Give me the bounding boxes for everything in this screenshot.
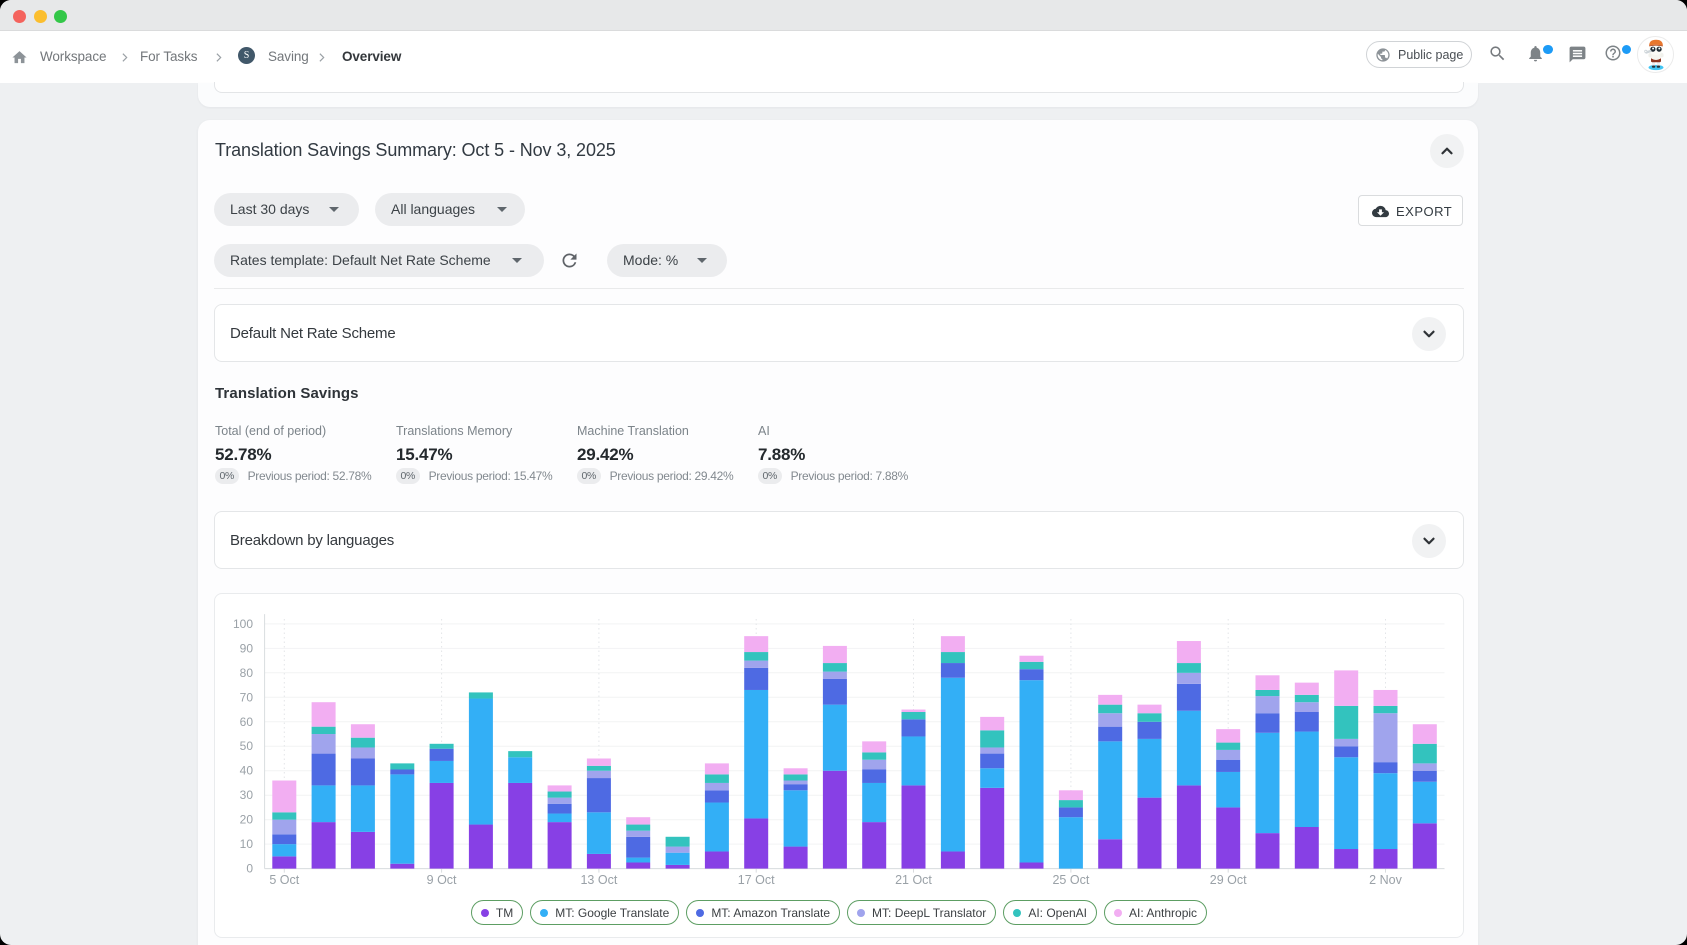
svg-text:90: 90 [240, 641, 254, 655]
svg-text:100: 100 [233, 617, 253, 631]
svg-text:5 Oct: 5 Oct [269, 873, 299, 887]
svg-text:20: 20 [240, 813, 254, 827]
svg-text:21 Oct: 21 Oct [895, 873, 932, 887]
svg-text:60: 60 [240, 715, 254, 729]
svg-text:9 Oct: 9 Oct [427, 873, 457, 887]
svg-text:13 Oct: 13 Oct [580, 873, 617, 887]
svg-text:80: 80 [240, 666, 254, 680]
svg-text:10: 10 [240, 837, 254, 851]
svg-text:0: 0 [246, 862, 253, 876]
svg-text:2 Nov: 2 Nov [1369, 873, 1402, 887]
svg-text:17 Oct: 17 Oct [738, 873, 775, 887]
svg-text:29 Oct: 29 Oct [1210, 873, 1247, 887]
svg-text:50: 50 [240, 739, 254, 753]
svg-text:25 Oct: 25 Oct [1052, 873, 1089, 887]
svg-text:40: 40 [240, 764, 254, 778]
svg-text:30: 30 [240, 788, 254, 802]
svg-text:70: 70 [240, 690, 254, 704]
